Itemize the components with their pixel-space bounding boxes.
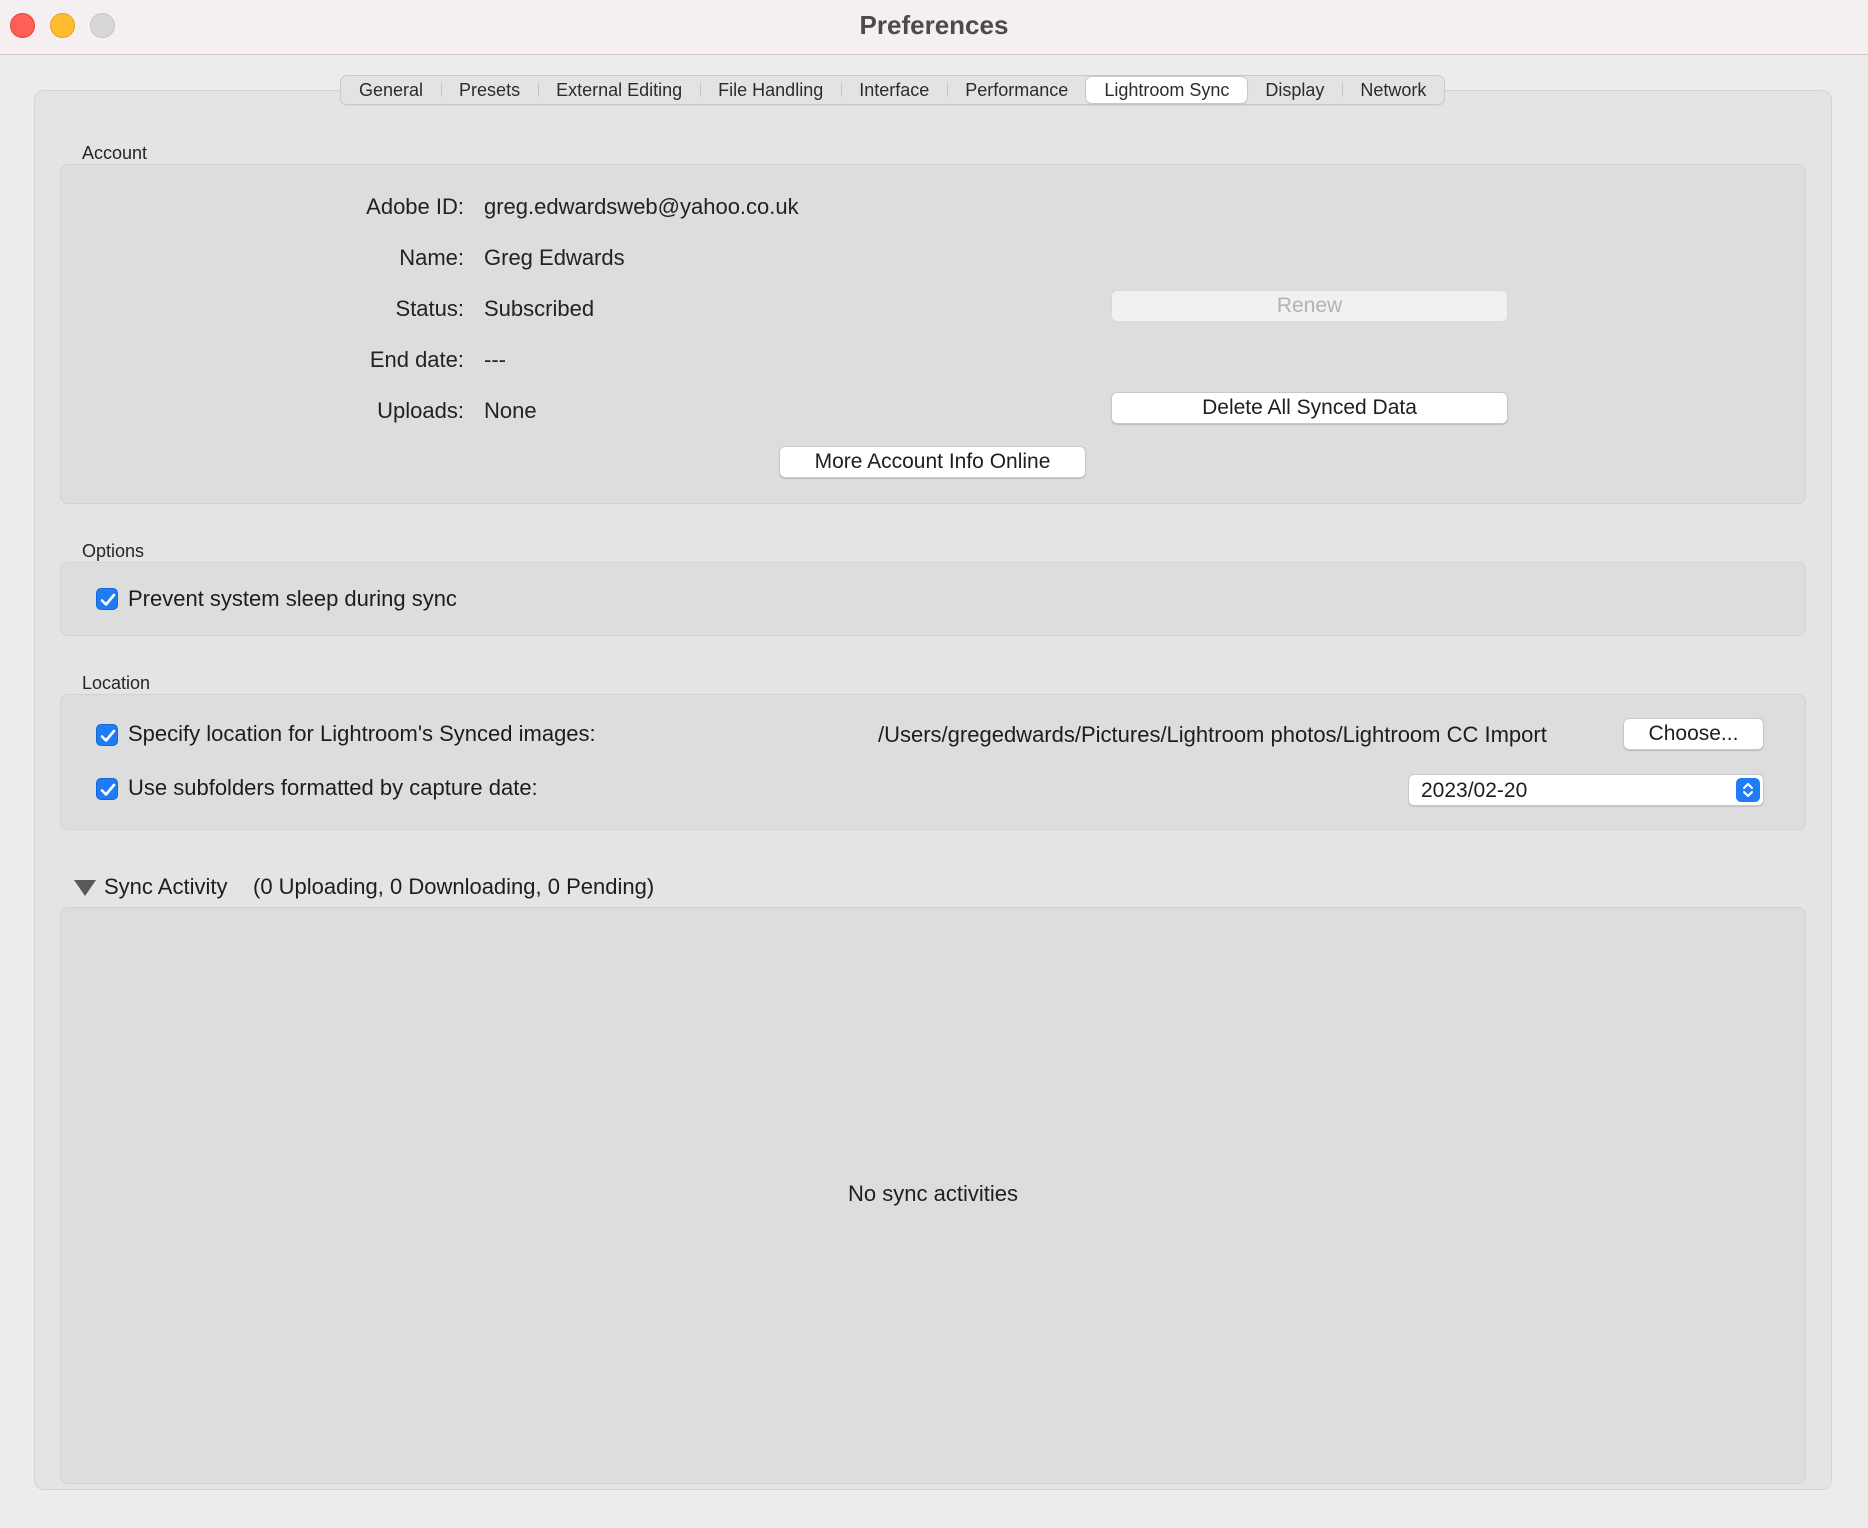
tab-general[interactable]: General — [341, 77, 441, 103]
checkmark-icon — [100, 593, 116, 606]
end-date-label: End date: — [369, 347, 464, 372]
prevent-sleep-checkbox[interactable] — [96, 588, 118, 610]
location-group — [60, 694, 1806, 830]
tab-performance[interactable]: Performance — [947, 77, 1086, 103]
name-value: Greg Edwards — [484, 245, 625, 270]
title-bar: Preferences — [0, 0, 1868, 55]
checkmark-icon — [100, 783, 116, 796]
status-value: Subscribed — [484, 296, 595, 321]
sync-activity-list: No sync activities — [60, 907, 1806, 1484]
sync-location-path: /Users/gregedwards/Pictures/Lightroom ph… — [878, 722, 1547, 747]
adobe-id-value: greg.edwardsweb@yahoo.co.uk — [484, 194, 799, 219]
tab-interface[interactable]: Interface — [841, 77, 947, 103]
renew-button[interactable]: Renew — [1111, 290, 1508, 322]
name-label: Name: — [399, 245, 464, 270]
tab-file-handling[interactable]: File Handling — [700, 77, 841, 103]
tab-external-editing[interactable]: External Editing — [538, 77, 700, 103]
location-section-label: Location — [82, 673, 151, 693]
date-format-select[interactable]: 2023/02-20 — [1408, 774, 1764, 806]
options-section-label: Options — [82, 541, 145, 561]
status-label: Status: — [395, 296, 464, 321]
end-date-value: --- — [484, 347, 506, 372]
subfolders-checkbox[interactable] — [96, 778, 118, 800]
chevron-up-down-icon — [1736, 778, 1760, 802]
no-sync-activities-message: No sync activities — [848, 1181, 1018, 1206]
date-format-value: 2023/02-20 — [1421, 779, 1528, 802]
tab-display[interactable]: Display — [1247, 77, 1342, 103]
disclosure-triangle-icon[interactable] — [74, 880, 96, 896]
window-title: Preferences — [859, 10, 1009, 40]
delete-all-synced-data-button[interactable]: Delete All Synced Data — [1111, 392, 1508, 424]
tab-lightroom-sync[interactable]: Lightroom Sync — [1086, 77, 1248, 103]
uploads-value: None — [484, 398, 537, 423]
prevent-sleep-label: Prevent system sleep during sync — [128, 586, 457, 611]
tab-presets[interactable]: Presets — [441, 77, 538, 103]
adobe-id-label: Adobe ID: — [366, 194, 464, 219]
tab-network[interactable]: Network — [1342, 77, 1444, 103]
checkmark-icon — [100, 729, 116, 742]
sync-activity-counts: (0 Uploading, 0 Downloading, 0 Pending) — [253, 874, 655, 899]
sync-activity-header: Sync Activity — [104, 874, 228, 899]
account-section-label: Account — [82, 143, 148, 163]
uploads-label: Uploads: — [377, 398, 464, 423]
choose-location-button[interactable]: Choose... — [1623, 718, 1764, 750]
specify-location-label: Specify location for Lightroom's Synced … — [128, 721, 596, 746]
tab-bar: General Presets External Editing File Ha… — [340, 75, 1446, 105]
specify-location-checkbox[interactable] — [96, 724, 118, 746]
more-account-info-button[interactable]: More Account Info Online — [779, 446, 1086, 478]
subfolders-label: Use subfolders formatted by capture date… — [128, 775, 538, 800]
